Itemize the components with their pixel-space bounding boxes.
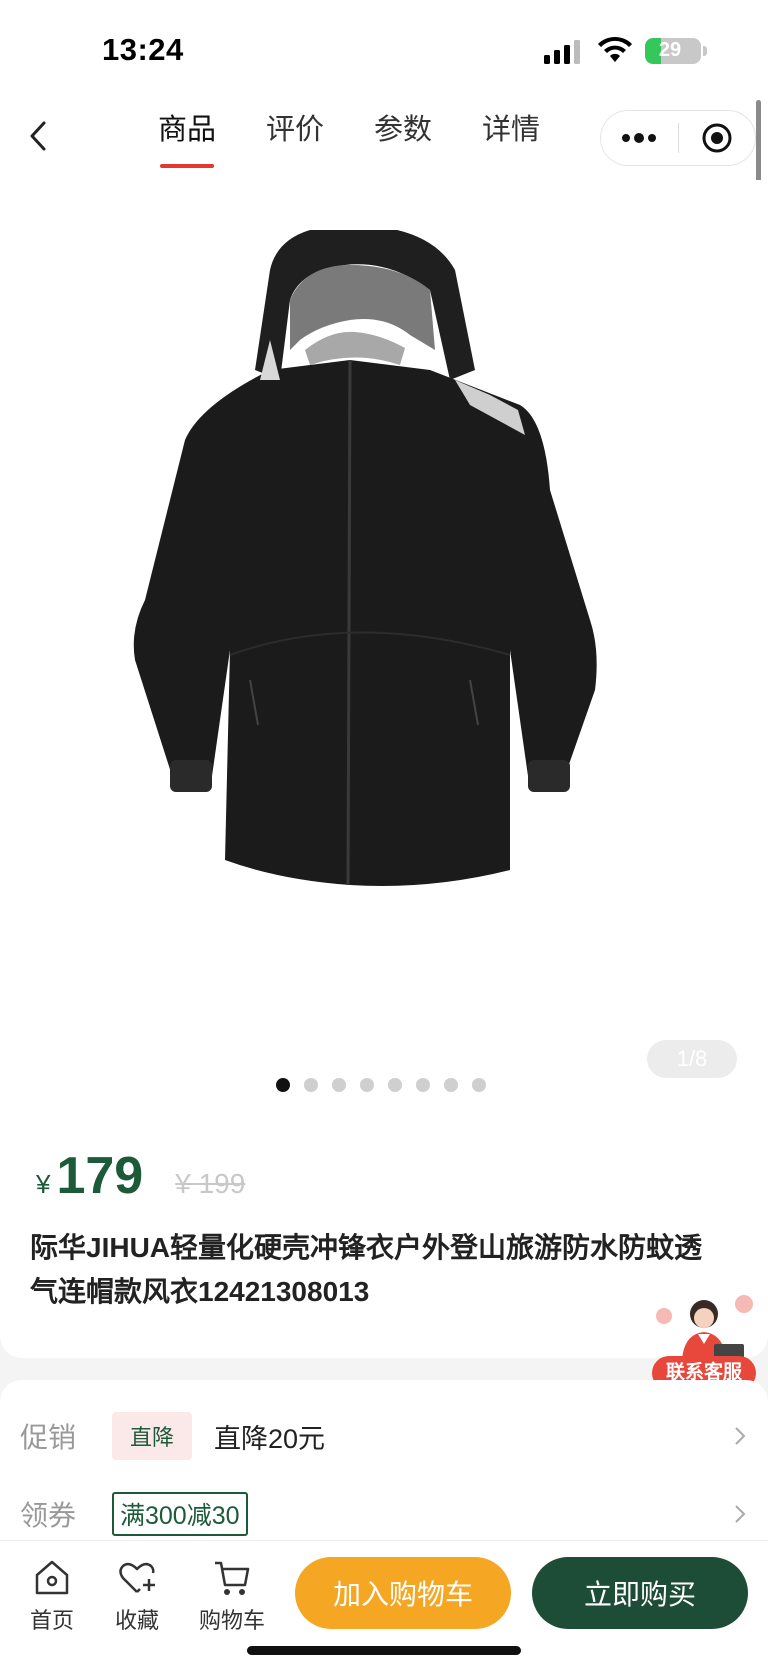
status-time: 13:24	[102, 32, 184, 67]
cart-nav-button[interactable]: 购物车	[192, 1557, 272, 1635]
customer-service-button[interactable]: 联系客服	[648, 1290, 758, 1390]
chevron-right-icon	[735, 1505, 746, 1523]
more-button[interactable]	[601, 111, 678, 165]
more-dots-icon	[622, 133, 657, 143]
target-circle-icon	[702, 123, 732, 153]
gallery-dot[interactable]	[444, 1078, 458, 1092]
promotion-tag: 直降	[112, 1412, 193, 1460]
heart-plus-icon	[119, 1562, 155, 1593]
gallery-dot[interactable]	[472, 1078, 486, 1092]
promotion-row[interactable]: 促销 直降 直降20元	[20, 1408, 750, 1464]
shopping-cart-icon	[215, 1561, 250, 1595]
add-to-cart-button[interactable]: 加入购物车	[295, 1557, 511, 1629]
chevron-right-icon	[735, 1427, 746, 1445]
current-price: 179	[56, 1147, 144, 1205]
coupon-row[interactable]: 领券 满300减30	[20, 1486, 750, 1542]
battery-icon: 29	[645, 38, 701, 64]
back-button[interactable]	[18, 114, 58, 158]
cellular-signal-icon	[544, 40, 580, 64]
home-indicator	[247, 1646, 521, 1655]
gallery-dot[interactable]	[276, 1078, 290, 1092]
gallery-page-counter: 1/8	[647, 1040, 737, 1078]
gallery-dot[interactable]	[388, 1078, 402, 1092]
nav-bar: 商品 评价 参数 详情	[0, 96, 768, 180]
buy-now-button[interactable]: 立即购买	[532, 1557, 748, 1629]
status-bar: 13:24 29	[0, 0, 768, 96]
cart-label: 购物车	[198, 1608, 265, 1633]
product-gallery[interactable]: 1/8	[0, 180, 768, 1130]
coupon-tag: 满300减30	[112, 1492, 248, 1536]
currency-symbol: ¥	[36, 1169, 51, 1199]
tab-reviews[interactable]: 评价	[266, 106, 324, 162]
promotion-label: 促销	[20, 1422, 77, 1453]
customer-service-avatar-icon	[656, 1295, 753, 1360]
close-miniprogram-button[interactable]	[679, 111, 756, 165]
product-tabs: 商品 评价 参数 详情	[158, 106, 540, 168]
favorite-button[interactable]: 收藏	[97, 1557, 177, 1635]
gallery-dot[interactable]	[304, 1078, 318, 1092]
promotion-text: 直降20元	[214, 1423, 326, 1454]
home-icon	[35, 1560, 69, 1595]
price-row: ¥ 179 ¥ 199	[36, 1146, 245, 1206]
product-image-jacket	[133, 230, 597, 886]
coupon-label: 领券	[20, 1500, 77, 1531]
gallery-dot[interactable]	[332, 1078, 346, 1092]
product-title: 际华JIHUA轻量化硬壳冲锋衣户外登山旅游防水防蚊透气连帽款风衣12421308…	[30, 1232, 703, 1307]
home-button[interactable]: 首页	[12, 1557, 92, 1635]
tab-params[interactable]: 参数	[374, 106, 432, 162]
wifi-icon	[598, 36, 632, 62]
original-price: ¥ 199	[175, 1168, 246, 1199]
gallery-dot[interactable]	[416, 1078, 430, 1092]
chevron-left-icon	[30, 121, 46, 151]
tab-product[interactable]: 商品	[158, 106, 216, 168]
favorite-label: 收藏	[114, 1608, 159, 1633]
battery-percent: 29	[658, 39, 682, 61]
miniprogram-capsule	[600, 110, 756, 166]
battery-tip	[703, 46, 707, 56]
home-label: 首页	[29, 1608, 74, 1633]
tab-details[interactable]: 详情	[482, 106, 540, 162]
gallery-dots	[276, 1078, 486, 1092]
gallery-dot[interactable]	[360, 1078, 374, 1092]
promo-card: 促销 直降 直降20元 领券 满300减30	[0, 1380, 768, 1540]
